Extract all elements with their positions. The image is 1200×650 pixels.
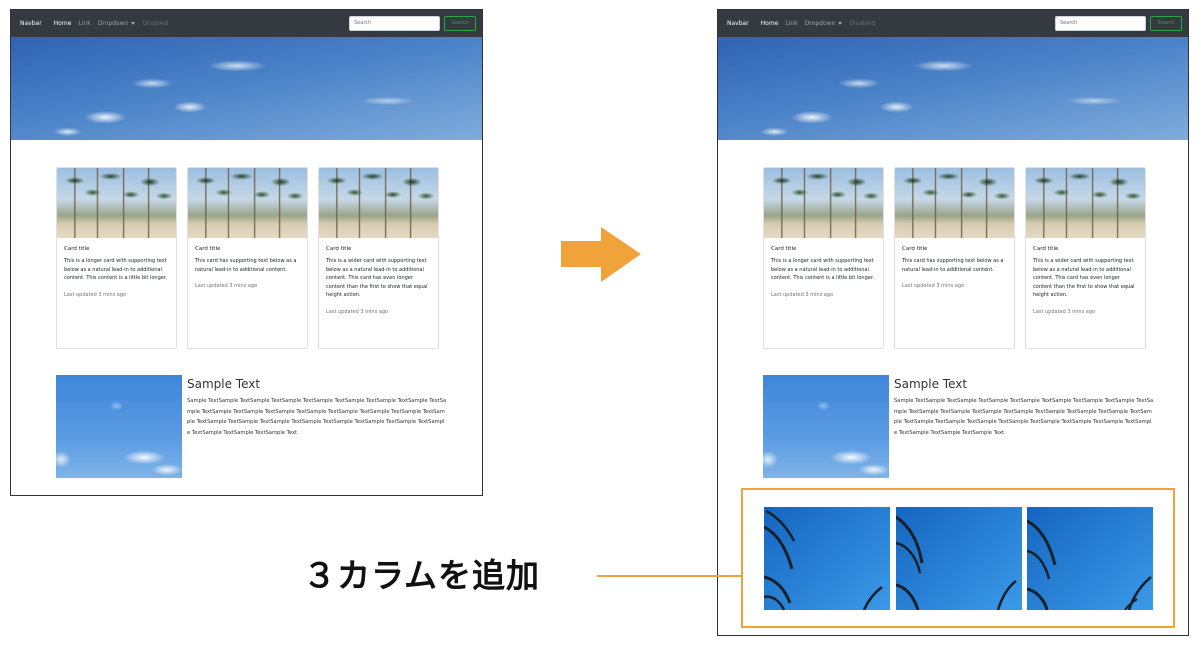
nav-link-disabled: Disabled — [142, 20, 169, 27]
navbar: Navbar Home Link Dropdown Disabled Searc… — [718, 10, 1188, 37]
nav-link-link[interactable]: Link — [785, 20, 797, 27]
card: Card title This card has supporting text… — [894, 167, 1015, 349]
palm-leaf-image — [896, 507, 1022, 610]
right-arrow-icon — [561, 227, 641, 282]
nav-dropdown-label: Dropdown — [97, 20, 129, 27]
nav-link-link[interactable]: Link — [78, 20, 90, 27]
card-updated: Last updated 3 mins ago — [326, 308, 389, 315]
nav-link-dropdown[interactable]: Dropdown — [98, 20, 136, 27]
media-title: Sample Text — [894, 377, 968, 391]
palm-beach-image — [1026, 168, 1145, 238]
card-title: Card title — [64, 246, 90, 252]
palm-beach-image — [319, 168, 438, 238]
card-title: Card title — [195, 246, 221, 252]
card: Card title This is a wider card with sup… — [318, 167, 439, 349]
palm-beach-image — [764, 168, 883, 238]
search-button[interactable]: Search — [1150, 16, 1182, 31]
navbar-brand[interactable]: Navbar — [20, 20, 42, 27]
media-title: Sample Text — [187, 377, 261, 391]
media-text: Sample TextSample TextSample TextSample … — [894, 398, 1154, 436]
card: Card title This is a wider card with sup… — [1025, 167, 1146, 349]
card: Card title This is a longer card with su… — [56, 167, 177, 349]
annotation-label: ３カラムを追加 — [303, 556, 541, 595]
three-column-highlight — [741, 488, 1175, 628]
nav-dropdown-label: Dropdown — [804, 20, 836, 27]
card-updated: Last updated 3 mins ago — [902, 283, 965, 289]
search-button[interactable]: Search — [444, 16, 476, 31]
card-text: This card has supporting text below as a… — [195, 258, 297, 273]
palm-leaf-image — [1027, 507, 1153, 610]
sky-cloud-image — [56, 375, 182, 478]
nav-link-home[interactable]: Home — [54, 20, 72, 27]
navbar-brand[interactable]: Navbar — [727, 20, 749, 27]
chevron-down-icon — [131, 22, 136, 25]
after-screenshot: Navbar Home Link Dropdown Disabled Searc… — [717, 9, 1189, 636]
media-object: Sample Text Sample TextSample TextSample… — [763, 375, 1163, 480]
card-text: This is a wider card with supporting tex… — [326, 258, 428, 298]
media-text: Sample TextSample TextSample TextSample … — [187, 398, 447, 436]
card-text: This is a longer card with supporting te… — [64, 258, 168, 281]
palm-beach-image — [188, 168, 307, 238]
palm-leaf-image — [764, 507, 890, 610]
nav-link-disabled: Disabled — [849, 20, 876, 27]
card-title: Card title — [771, 246, 797, 252]
navbar: Navbar Home Link Dropdown Disabled Searc… — [11, 10, 482, 37]
card-updated: Last updated 3 mins ago — [1033, 308, 1096, 315]
search-input[interactable]: Search — [1055, 16, 1146, 31]
search-input[interactable]: Search — [349, 16, 440, 31]
palm-beach-image — [895, 168, 1014, 238]
media-object: Sample Text Sample TextSample TextSample… — [56, 375, 456, 480]
chevron-down-icon — [838, 22, 843, 25]
hero-sky-image — [11, 37, 482, 140]
card-updated: Last updated 3 mins ago — [771, 291, 834, 298]
nav-link-dropdown[interactable]: Dropdown — [805, 20, 843, 27]
card-title: Card title — [326, 246, 352, 252]
card: Card title This card has supporting text… — [187, 167, 308, 349]
card-text: This card has supporting text below as a… — [902, 258, 1004, 273]
card-text: This is a longer card with supporting te… — [771, 258, 875, 281]
card-text: This is a wider card with supporting tex… — [1033, 258, 1135, 298]
card-updated: Last updated 3 mins ago — [195, 283, 258, 289]
card-deck: Card title This is a longer card with su… — [56, 167, 439, 349]
sky-cloud-image — [763, 375, 889, 478]
annotation-connector-line — [597, 575, 741, 577]
palm-beach-image — [57, 168, 176, 238]
before-screenshot: Navbar Home Link Dropdown Disabled Searc… — [10, 9, 483, 496]
hero-sky-image — [718, 37, 1188, 140]
card: Card title This is a longer card with su… — [763, 167, 884, 349]
card-title: Card title — [1033, 246, 1059, 252]
card-deck: Card title This is a longer card with su… — [763, 167, 1146, 349]
card-updated: Last updated 3 mins ago — [64, 291, 127, 298]
nav-link-home[interactable]: Home — [761, 20, 779, 27]
card-title: Card title — [902, 246, 928, 252]
